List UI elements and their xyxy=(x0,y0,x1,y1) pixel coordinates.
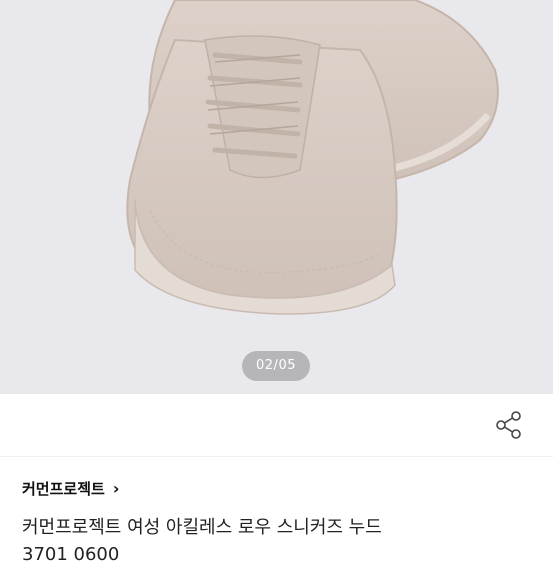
share-icon xyxy=(496,411,521,439)
share-row xyxy=(0,394,553,457)
share-button[interactable] xyxy=(490,406,528,444)
brand-name: 커먼프로젝트 xyxy=(22,479,105,498)
brand-link[interactable]: 커먼프로젝트 › xyxy=(22,476,119,500)
image-counter: 02/05 xyxy=(242,351,310,381)
product-title-line1: 커먼프로젝트 여성 아킬레스 로우 스니커즈 누드 xyxy=(22,517,382,538)
chevron-right-icon: › xyxy=(112,478,120,498)
product-image-gallery[interactable]: 02/05 xyxy=(0,0,553,394)
product-title: 커먼프로젝트 여성 아킬레스 로우 스니커즈 누드 3701 0600 xyxy=(22,514,542,568)
product-title-line2: 3701 0600 xyxy=(22,544,120,565)
sneakers-image xyxy=(126,0,499,315)
